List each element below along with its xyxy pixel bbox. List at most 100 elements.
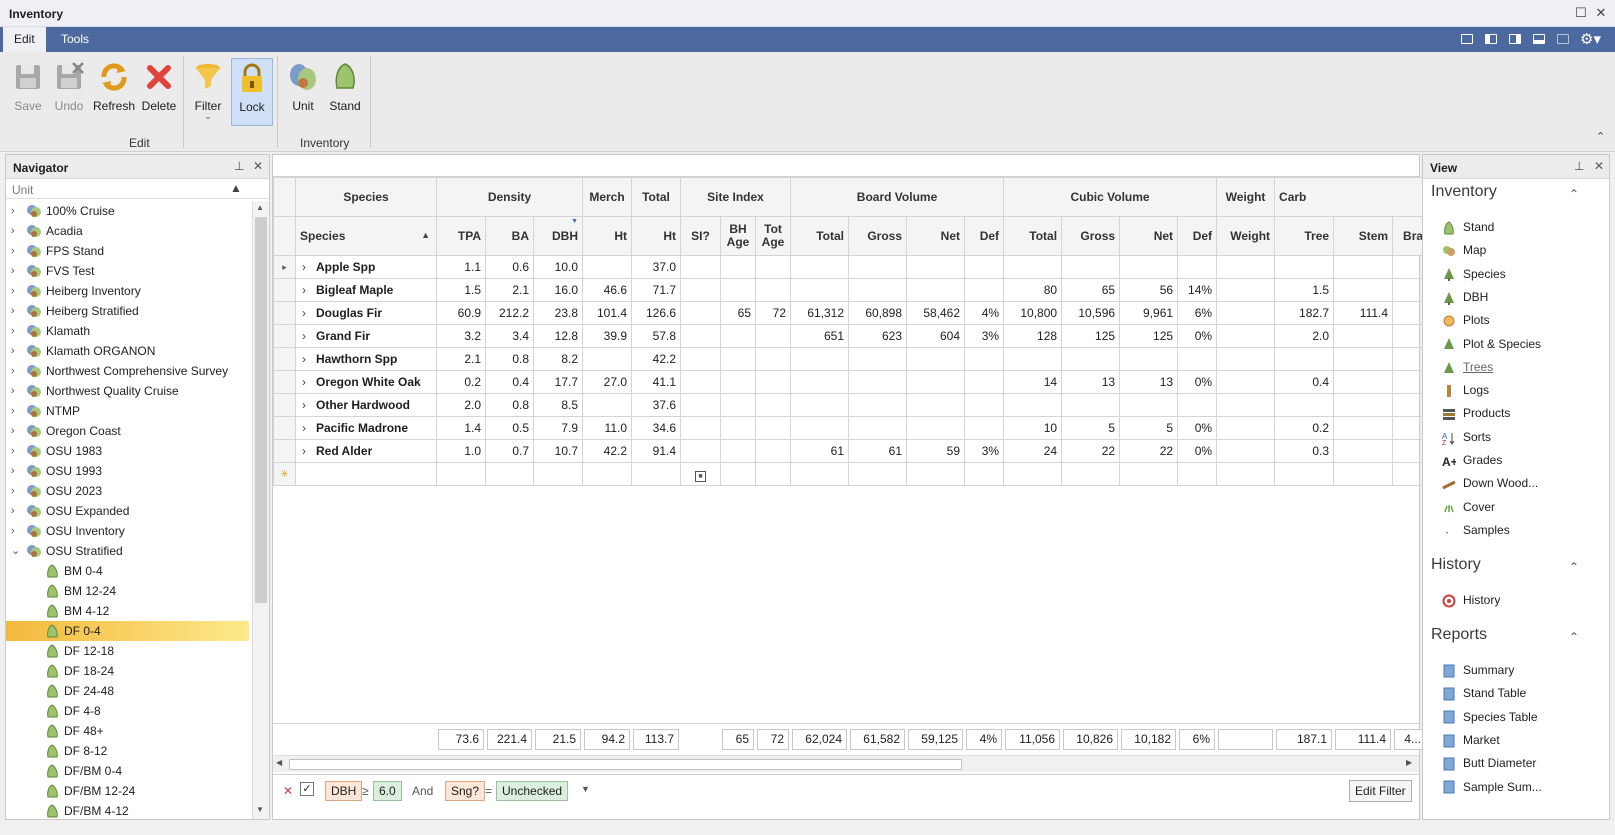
grid-cell[interactable]: 1.0 [436, 439, 486, 463]
layout-icon[interactable] [1461, 34, 1473, 44]
table-row[interactable]: › Pacific Madrone 1.4 0.5 7.9 11.0 34.6 10 5 5 0% 0… [273, 416, 1429, 440]
grid-cell[interactable] [1274, 393, 1335, 417]
navigator-stand-df-24-48[interactable]: DF 24-48 [6, 681, 249, 701]
expand-chevron-icon[interactable]: › [11, 421, 21, 441]
grid-cell[interactable] [906, 278, 966, 302]
column-header-si[interactable]: SI? [680, 216, 721, 256]
grid-cell[interactable]: 0.8 [485, 347, 534, 371]
grid-cell[interactable] [790, 416, 850, 440]
grid-cell[interactable]: 61 [790, 439, 850, 463]
grid-cell[interactable] [1216, 370, 1276, 394]
grid-cell[interactable]: 46.6 [582, 278, 632, 302]
species-cell[interactable]: › Red Alder [295, 439, 437, 463]
grid-cell[interactable] [964, 370, 1005, 394]
grid-cell[interactable] [582, 393, 632, 417]
delete-button[interactable]: Delete [139, 58, 179, 126]
grid-cell[interactable] [754, 393, 792, 417]
grid-cell[interactable] [720, 324, 756, 348]
new-row[interactable]: ✳ ■ [273, 462, 1429, 486]
grid-cell[interactable]: 0% [1177, 416, 1218, 440]
grid-cell[interactable]: 34.6 [631, 416, 681, 440]
navigator-unit-fps-stand[interactable]: › FPS Stand [6, 241, 249, 261]
row-indicator[interactable] [273, 324, 296, 348]
expand-chevron-icon[interactable]: › [11, 401, 21, 421]
grid-cell[interactable]: 128 [1003, 324, 1063, 348]
grid-cell[interactable]: 5 [1119, 416, 1179, 440]
navigator-stand-bm-0-4[interactable]: BM 0-4 [6, 561, 249, 581]
grid-cell[interactable]: 16.0 [533, 278, 583, 302]
navigator-stand-df-bm-0-4[interactable]: DF/BM 0-4 [6, 761, 249, 781]
species-cell[interactable]: › Apple Spp [295, 255, 437, 279]
expand-chevron-icon[interactable]: › [11, 361, 21, 381]
scrollbar-thumb[interactable] [289, 759, 962, 770]
navigator-unit-heiberg-stratified[interactable]: › Heiberg Stratified [6, 301, 249, 321]
navigator-unit-osu-stratified[interactable]: ⌄ OSU Stratified [6, 541, 249, 561]
navigator-column-header[interactable]: Unit ▲ [6, 179, 269, 199]
grid-cell[interactable]: 23.8 [533, 301, 583, 325]
grid-cell[interactable] [848, 416, 908, 440]
grid-cell[interactable]: 72 [754, 301, 792, 325]
grid-cell[interactable] [1216, 278, 1276, 302]
column-header-ht[interactable]: Ht [631, 216, 681, 256]
grid-cell[interactable] [1216, 347, 1276, 371]
grid-cell[interactable] [720, 255, 756, 279]
grid-cell[interactable]: 12.8 [533, 324, 583, 348]
grid-cell[interactable]: 10.0 [533, 255, 583, 279]
grid-cell[interactable]: 2.0 [1274, 324, 1335, 348]
new-row-cell[interactable] [1119, 462, 1179, 486]
grid-cell[interactable]: 1.4 [436, 416, 486, 440]
new-row-cell[interactable] [964, 462, 1005, 486]
grid-cell[interactable]: 24 [1003, 439, 1063, 463]
expand-row-chevron-icon[interactable]: › [302, 283, 316, 297]
grid-cell[interactable] [680, 255, 721, 279]
grid-cell[interactable] [720, 370, 756, 394]
grid-cell[interactable] [906, 347, 966, 371]
grid-cell[interactable]: 8.2 [533, 347, 583, 371]
grid-cell[interactable]: 59 [906, 439, 966, 463]
grid-cell[interactable] [1333, 255, 1394, 279]
grid-cell[interactable] [906, 370, 966, 394]
undo-button[interactable]: Undo [50, 58, 88, 126]
new-row-cell[interactable] [1333, 462, 1394, 486]
navigator-stand-df-bm-4-12[interactable]: DF/BM 4-12 [6, 801, 249, 819]
grid-cell[interactable]: 22 [1119, 439, 1179, 463]
navigator-unit-osu-2023[interactable]: › OSU 2023 [6, 481, 249, 501]
row-indicator[interactable]: ▸ [273, 255, 296, 279]
grid-cell[interactable]: 126.6 [631, 301, 681, 325]
grid-cell[interactable] [790, 347, 850, 371]
maximize-icon[interactable]: ☐ [1573, 5, 1589, 21]
grid-cell[interactable]: 2.1 [436, 347, 486, 371]
stand-button[interactable]: Stand [325, 58, 365, 126]
grid-cell[interactable] [1119, 347, 1179, 371]
expand-row-chevron-icon[interactable]: › [302, 306, 316, 320]
navigator-stand-df-8-12[interactable]: DF 8-12 [6, 741, 249, 761]
grid-cell[interactable]: 80 [1003, 278, 1063, 302]
grid-cell[interactable] [964, 393, 1005, 417]
grid-cell[interactable] [680, 393, 721, 417]
table-row[interactable]: ▸ › Apple Spp 1.1 0.6 10.0 37.0 [273, 255, 1429, 279]
column-header-total[interactable]: Total [1003, 216, 1063, 256]
species-cell[interactable]: › Grand Fir [295, 324, 437, 348]
grid-cell[interactable]: 0% [1177, 439, 1218, 463]
expand-chevron-icon[interactable]: › [11, 201, 21, 221]
navigator-stand-df-18-24[interactable]: DF 18-24 [6, 661, 249, 681]
grid-cell[interactable] [964, 255, 1005, 279]
save-button[interactable]: Save [9, 58, 47, 126]
column-header-bh-age[interactable]: BH Age [720, 216, 756, 256]
grid-cell[interactable]: 651 [790, 324, 850, 348]
grid-cell[interactable] [848, 255, 908, 279]
clear-filter-icon[interactable]: ✕ [283, 784, 293, 798]
expand-row-chevron-icon[interactable]: › [302, 352, 316, 366]
grid-cell[interactable] [680, 439, 721, 463]
grid-cell[interactable] [1216, 255, 1276, 279]
species-cell[interactable]: › Oregon White Oak [295, 370, 437, 394]
table-row[interactable]: › Red Alder 1.0 0.7 10.7 42.2 91.4 61 61 59 3% 24 22… [273, 439, 1429, 463]
grid-cell[interactable]: 10.7 [533, 439, 583, 463]
grid-cell[interactable] [720, 393, 756, 417]
view-item-cover[interactable]: Cover [1442, 497, 1495, 517]
close-panel-icon[interactable]: ✕ [1594, 159, 1604, 173]
grid-cell[interactable]: 58,462 [906, 301, 966, 325]
species-cell[interactable]: › Douglas Fir [295, 301, 437, 325]
grid-cell[interactable] [1061, 255, 1121, 279]
grid-cell[interactable] [790, 393, 850, 417]
